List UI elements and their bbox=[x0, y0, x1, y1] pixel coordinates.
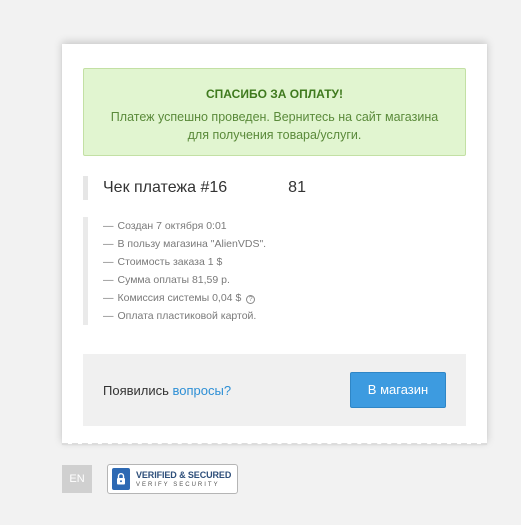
payment-card: СПАСИБО ЗА ОПЛАТУ! Платеж успешно провед… bbox=[62, 44, 487, 445]
detail-payment-method: — Оплата пластиковой картой. bbox=[103, 310, 257, 322]
lock-shield-icon bbox=[112, 468, 130, 490]
verified-secured-badge[interactable]: VERIFIED & SECURED VERIFY SECURITY bbox=[107, 464, 238, 494]
detail-order-cost: — Стоимость заказа 1 $ bbox=[103, 256, 223, 268]
receipt-header: Чек платежа #16 81 bbox=[83, 176, 306, 200]
receipt-title: Чек платежа #16 bbox=[103, 179, 228, 196]
detail-created: — Создан 7 октября 0:01 bbox=[103, 220, 227, 232]
success-message: Платеж успешно проведен. Вернитесь на са… bbox=[110, 110, 439, 142]
detail-merchant: — В пользу магазина "AlienVDS". bbox=[103, 238, 267, 250]
torn-edge-divider bbox=[62, 443, 487, 445]
detail-payment-sum: — Сумма оплаты 81,59 р. bbox=[103, 274, 230, 286]
success-alert: СПАСИБО ЗА ОПЛАТУ! Платеж успешно провед… bbox=[83, 68, 466, 156]
questions-text: Появились вопросы? bbox=[103, 383, 232, 398]
language-switch-button[interactable]: EN bbox=[62, 465, 92, 493]
help-icon[interactable]: ? bbox=[246, 295, 256, 304]
detail-commission: — Комиссия системы 0,04 $ ? bbox=[103, 289, 266, 307]
badge-text: VERIFIED & SECURED VERIFY SECURITY bbox=[136, 469, 232, 488]
success-title: СПАСИБО ЗА ОПЛАТУ! bbox=[206, 87, 343, 101]
payment-details-list: — Создан 7 октября 0:01 — В пользу магазин… bbox=[83, 217, 266, 325]
badge-main-text: VERIFIED & SECURED bbox=[136, 469, 232, 480]
badge-sub-text: VERIFY SECURITY bbox=[136, 481, 220, 488]
footer-panel: Появились вопросы? В магазин bbox=[83, 354, 466, 426]
return-to-store-button[interactable]: В магазин bbox=[350, 372, 446, 408]
questions-link[interactable]: вопросы? bbox=[173, 383, 232, 398]
receipt-amount: 81 bbox=[288, 179, 306, 196]
